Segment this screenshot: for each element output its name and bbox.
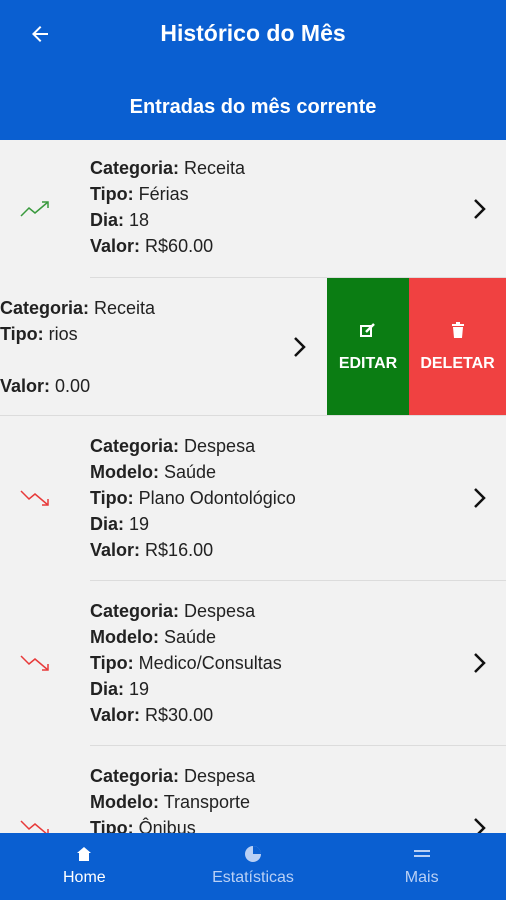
trend-down-icon	[18, 651, 54, 675]
dia-value: 19	[129, 514, 150, 534]
tipo-value: Plano Odontológico	[138, 488, 296, 508]
trend-up-icon	[18, 197, 54, 221]
tipo-value: rios	[48, 324, 78, 344]
valor-value: R$60.00	[145, 236, 214, 256]
list-item[interactable]: Categoria: Despesa Modelo: Saúde Tipo: P…	[0, 416, 506, 581]
chevron-right-icon	[470, 486, 488, 510]
entry-fields: Categoria: Despesa Modelo: Saúde Tipo: M…	[90, 601, 282, 725]
entry-fields: Categoria: Receita Tipo: Férias Dia: 18 …	[90, 158, 246, 256]
categoria-value: Despesa	[184, 601, 256, 621]
list-item[interactable]: Categoria: Despesa Modelo: Saúde Tipo: M…	[0, 581, 506, 746]
trend-down-icon	[18, 486, 54, 510]
delete-button[interactable]: DELETAR	[409, 278, 506, 416]
chevron-right-icon	[470, 651, 488, 675]
dia-value: 18	[129, 210, 150, 230]
list-item-swiped[interactable]: Categoria: Receita Tipo: rios Valor: 0.0…	[0, 278, 506, 416]
categoria-value: Despesa	[184, 436, 256, 456]
bottom-nav: Home Estatísticas Mais	[0, 833, 506, 900]
edit-label: EDITAR	[338, 354, 398, 372]
dia-value: 19	[129, 679, 150, 699]
valor-value: R$16.00	[145, 540, 214, 560]
edit-icon	[360, 322, 376, 343]
valor-value: 0.00	[55, 376, 91, 396]
modelo-value: Saúde	[164, 627, 217, 647]
trend-down-icon	[18, 816, 54, 833]
modelo-value: Saúde	[164, 462, 217, 482]
app-bar: Histórico do Mês Entradas do mês corrent…	[0, 0, 506, 140]
nav-label: Home	[62, 869, 106, 886]
menu-icon	[413, 845, 430, 863]
tipo-value: Medico/Consultas	[138, 653, 282, 673]
list-item[interactable]: Categoria: Receita Tipo: Férias Dia: 18 …	[0, 140, 506, 278]
nav-item-home[interactable]: Home	[0, 833, 169, 900]
list-item[interactable]: Categoria: Despesa Modelo: Transporte Ti…	[0, 746, 506, 833]
entry-fields: Categoria: Despesa Modelo: Saúde Tipo: P…	[90, 436, 296, 560]
chevron-right-icon	[290, 335, 308, 359]
nav-item-mais[interactable]: Mais	[337, 833, 506, 900]
tipo-value: Férias	[138, 184, 189, 204]
modelo-value: Transporte	[163, 792, 251, 812]
entry-fields: Categoria: Receita Tipo: rios Valor: 0.0…	[0, 298, 156, 396]
nav-label: Estatísticas	[212, 869, 294, 886]
categoria-value: Receita	[184, 158, 246, 178]
page-subtitle: Entradas do mês corrente	[129, 96, 377, 118]
pie-chart-icon	[244, 845, 262, 863]
entries-list: Categoria: Receita Tipo: Férias Dia: 18 …	[0, 140, 506, 833]
nav-item-estatisticas[interactable]: Estatísticas	[169, 833, 338, 900]
page-title: Histórico do Mês	[160, 20, 346, 46]
entry-fields: Categoria: Despesa Modelo: Transporte Ti…	[90, 763, 255, 833]
valor-value: R$30.00	[145, 705, 214, 725]
nav-label: Mais	[404, 869, 439, 886]
home-icon	[76, 845, 92, 863]
chevron-right-icon	[470, 197, 488, 221]
edit-button[interactable]: EDITAR	[327, 278, 409, 416]
categoria-value: Despesa	[184, 766, 256, 786]
chevron-right-icon	[470, 816, 488, 833]
delete-label: DELETAR	[420, 354, 495, 372]
tipo-value: Ônibus	[138, 818, 196, 833]
categoria-value: Receita	[94, 298, 156, 318]
trash-icon	[451, 321, 465, 343]
